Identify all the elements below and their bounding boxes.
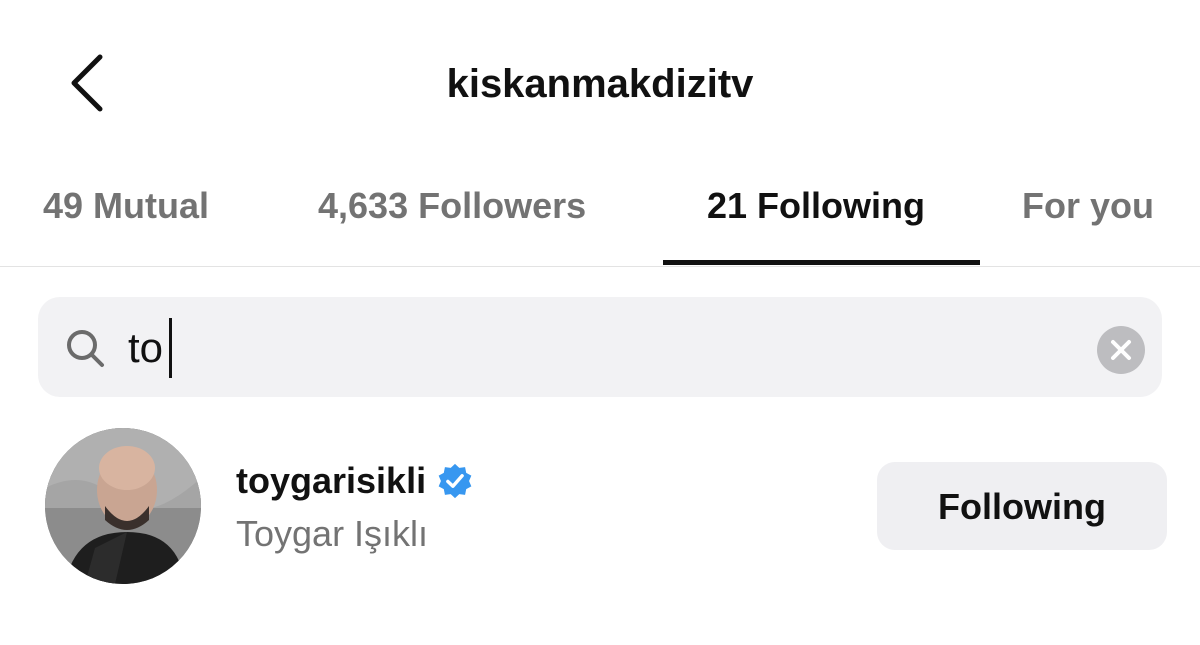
clear-icon bbox=[1111, 340, 1131, 360]
active-tab-indicator bbox=[663, 260, 980, 265]
username[interactable]: toygarisikli bbox=[236, 460, 426, 502]
full-name: Toygar Işıklı bbox=[236, 513, 429, 554]
page-title: kiskanmakdizitv bbox=[446, 62, 754, 106]
text-cursor bbox=[169, 318, 172, 378]
search-input[interactable] bbox=[128, 315, 1028, 381]
tab-following[interactable]: 21 Following bbox=[707, 180, 925, 232]
tab-followers[interactable]: 4,633 Followers bbox=[318, 180, 586, 232]
search-icon bbox=[67, 330, 104, 367]
tab-for-you[interactable]: For you bbox=[1022, 180, 1154, 232]
top-bar: kiskanmakdizitv bbox=[0, 0, 1200, 150]
avatar[interactable] bbox=[45, 428, 201, 584]
tab-bar: 49 Mutual 4,633 Followers 21 Following F… bbox=[0, 150, 1200, 267]
tab-mutual[interactable]: 49 Mutual bbox=[43, 180, 209, 232]
verified-badge-icon bbox=[438, 463, 472, 499]
clear-search-button[interactable] bbox=[1097, 326, 1145, 374]
username-line: toygarisikli bbox=[236, 456, 474, 506]
following-button[interactable]: Following bbox=[877, 462, 1167, 550]
